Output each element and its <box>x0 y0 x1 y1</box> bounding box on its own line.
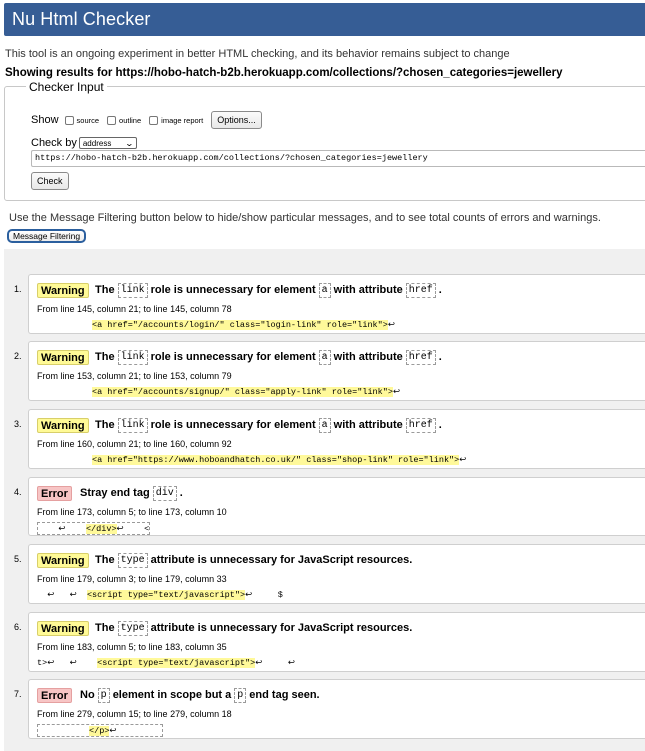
message-location: From line 153, column 21; to line 153, c… <box>37 371 232 381</box>
message-text: The link role is unnecessary for element a w… <box>95 350 442 365</box>
error-badge: Error <box>37 486 72 501</box>
message-location: From line 145, column 21; to line 145, c… <box>37 304 232 314</box>
check-by-row: Check by address ⌄ <box>31 137 137 149</box>
show-source-option[interactable]: source <box>64 115 99 125</box>
check-button[interactable]: Check <box>31 172 69 190</box>
code-extract: <a href="https://www.hoboandhatch.co.uk/… <box>92 455 467 465</box>
check-by-select[interactable]: address ⌄ <box>78 137 137 149</box>
message-text: The type attribute is unnecessary for Java… <box>95 621 413 636</box>
message-text: The link role is unnecessary for element a w… <box>95 418 442 433</box>
filter-hint-text: Use the Message Filtering button below t… <box>9 212 601 224</box>
message-number: 4. <box>14 487 22 497</box>
code-extract: <a href="/accounts/signup/" class="apply… <box>92 387 401 397</box>
message-number: 1. <box>14 284 22 294</box>
message-text: The type attribute is unnecessary for Java… <box>95 553 413 568</box>
message-item: Warning The type attribute is unnecessary … <box>28 612 645 672</box>
code-extract: ↩ ↩ <script type="text/javascript">↩ $ <box>37 590 283 600</box>
message-item: Error Stray end tag div. From line 173, c… <box>28 477 645 536</box>
outline-checkbox[interactable] <box>107 115 117 125</box>
show-options-row: Show source outline image report Options… <box>31 111 262 129</box>
message-item: Warning The link role is unnecessary for e… <box>28 409 645 469</box>
warning-badge: Warning <box>37 418 89 433</box>
code-extract: t>↩ ↩ <script type="text/javascript">↩ ↩ <box>37 658 296 668</box>
warning-badge: Warning <box>37 621 89 636</box>
message-location: From line 160, column 21; to line 160, c… <box>37 439 232 449</box>
message-location: From line 183, column 5; to line 183, co… <box>37 642 227 652</box>
message-number: 3. <box>14 419 22 429</box>
message-location: From line 279, column 15; to line 279, c… <box>37 709 232 719</box>
code-extract: <a href="/accounts/login/" class="login-… <box>92 320 395 330</box>
message-location: From line 173, column 5; to line 173, co… <box>37 507 227 517</box>
show-image-report-option[interactable]: image report <box>149 115 203 125</box>
warning-badge: Warning <box>37 553 89 568</box>
message-text: No p element in scope but a p end tag seen. <box>80 688 320 703</box>
message-item: Error No p element in scope but a p end tag … <box>28 679 645 739</box>
image-report-checkbox[interactable] <box>149 115 159 125</box>
warning-badge: Warning <box>37 350 89 365</box>
error-badge: Error <box>37 688 72 703</box>
message-filtering-button[interactable]: Message Filtering <box>7 229 87 243</box>
message-item: Warning The type attribute is unnecessary … <box>28 544 645 604</box>
source-checkbox[interactable] <box>64 115 74 125</box>
message-location: From line 179, column 3; to line 179, co… <box>37 574 227 584</box>
url-input[interactable]: https://hobo-hatch-b2b.herokuapp.com/col… <box>31 150 645 167</box>
message-number: 7. <box>14 689 22 699</box>
header-bar: Nu Html Checker <box>4 3 645 36</box>
options-button[interactable]: Options... <box>211 111 262 129</box>
intro-text: This tool is an ongoing experiment in be… <box>5 48 510 60</box>
message-text: Stray end tag div. <box>80 486 183 501</box>
showing-results-text: Showing results for https://hobo-hatch-b… <box>5 67 563 79</box>
chevron-down-icon: ⌄ <box>124 138 135 148</box>
message-number: 2. <box>14 351 22 361</box>
message-item: Warning The link role is unnecessary for e… <box>28 274 645 334</box>
message-number: 5. <box>14 554 22 564</box>
show-label: Show <box>31 114 59 126</box>
message-number: 6. <box>14 622 22 632</box>
app-title: Nu Html Checker <box>12 9 151 29</box>
checker-input-legend: Checker Input <box>26 80 107 94</box>
warning-badge: Warning <box>37 283 89 298</box>
code-extract: </p>↩ <box>37 724 164 737</box>
message-item: Warning The link role is unnecessary for e… <box>28 341 645 401</box>
check-by-label: Check by <box>31 137 77 149</box>
message-text: The link role is unnecessary for element a w… <box>95 283 442 298</box>
show-outline-option[interactable]: outline <box>107 115 141 125</box>
code-extract: ↩ </div>↩ < <box>37 522 151 535</box>
